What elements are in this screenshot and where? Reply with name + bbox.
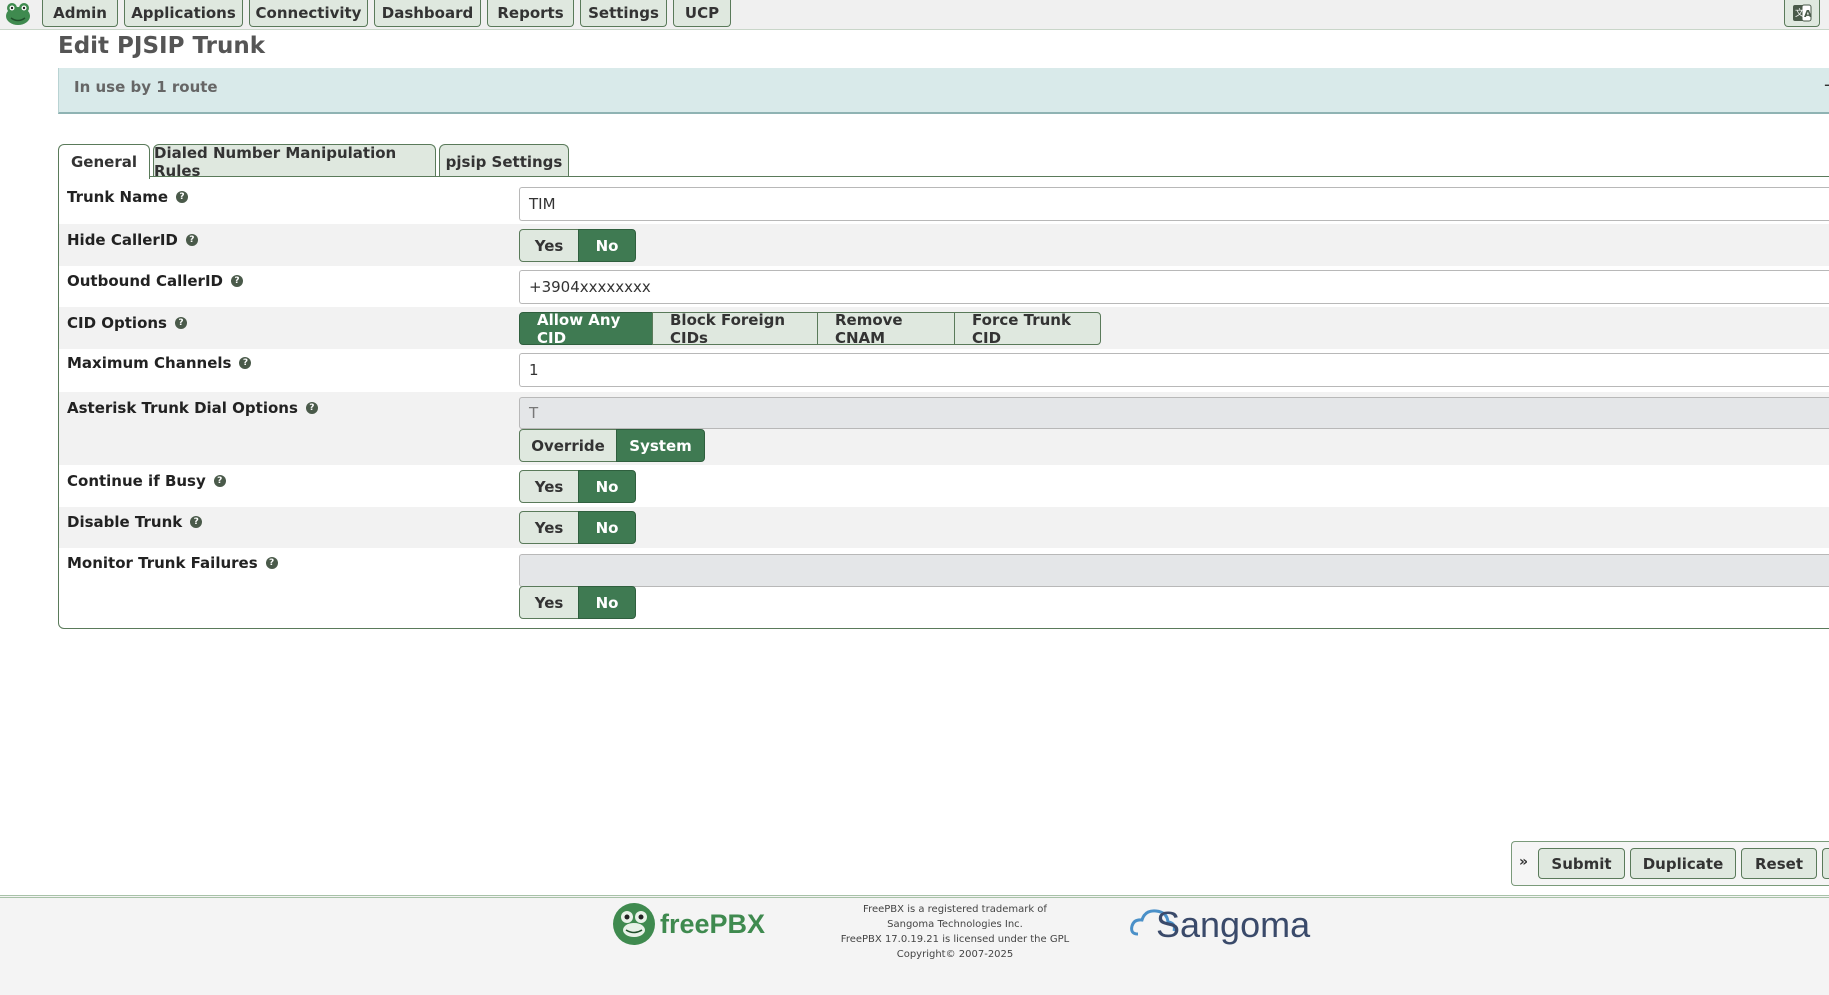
monitor-trunk-failures-input[interactable] xyxy=(519,554,1829,587)
nav-ucp[interactable]: UCP xyxy=(673,0,731,27)
language-icon[interactable]: 文 A xyxy=(1784,0,1820,27)
continue-if-busy-yes-button[interactable]: Yes xyxy=(519,470,579,503)
help-icon[interactable]: ? xyxy=(239,357,252,369)
freepbx-frog-icon xyxy=(613,903,655,945)
dial-options-system-button[interactable]: System xyxy=(616,429,705,462)
continue-if-busy-toggle: Yes No xyxy=(519,470,636,503)
continue-if-busy-label: Continue if Busy ? xyxy=(67,472,226,490)
page-title: Edit PJSIP Trunk xyxy=(58,33,266,59)
disable-trunk-no-button[interactable]: No xyxy=(578,511,636,544)
floating-action-bar: » Submit Duplicate Reset xyxy=(1511,841,1829,886)
help-icon[interactable]: ? xyxy=(174,317,187,329)
hide-callerid-row: Hide CallerID ? xyxy=(59,224,1829,266)
tab-pjsip-settings[interactable]: pjsip Settings xyxy=(439,144,569,178)
help-icon[interactable]: ? xyxy=(265,557,278,569)
nav-reports[interactable]: Reports xyxy=(487,0,574,27)
nav-connectivity[interactable]: Connectivity xyxy=(249,0,368,27)
dial-options-label: Asterisk Trunk Dial Options ? xyxy=(67,399,318,417)
disable-trunk-yes-button[interactable]: Yes xyxy=(519,511,579,544)
disable-trunk-label: Disable Trunk ? xyxy=(67,513,203,531)
freepbx-wordmark: freePBX xyxy=(660,908,766,939)
cid-force-trunk-button[interactable]: Force Trunk CID xyxy=(954,311,1101,347)
help-icon[interactable]: ? xyxy=(190,516,203,528)
continue-if-busy-no-button[interactable]: No xyxy=(578,470,636,503)
footer-legal-text: FreePBX is a registered trademark of San… xyxy=(840,904,1070,960)
sangoma-logo[interactable]: Sangoma xyxy=(1128,900,1310,950)
trunk-name-input[interactable]: TIM xyxy=(519,187,1829,221)
collapse-actions-icon[interactable]: » xyxy=(1519,854,1528,870)
svg-text:A: A xyxy=(1804,9,1812,20)
cid-block-foreign-button[interactable]: Block Foreign CIDs xyxy=(652,311,818,347)
hide-callerid-no-button[interactable]: No xyxy=(578,229,636,262)
continue-if-busy-row: Continue if Busy ? xyxy=(59,466,1829,507)
dial-options-override-button[interactable]: Override xyxy=(519,429,617,462)
monitor-failures-no-button[interactable]: No xyxy=(578,586,636,619)
cid-options-label: CID Options ? xyxy=(67,314,187,332)
duplicate-button[interactable]: Duplicate xyxy=(1630,848,1736,879)
usage-info-text: In use by 1 route xyxy=(74,78,218,96)
hide-callerid-yes-button[interactable]: Yes xyxy=(519,229,579,262)
help-icon[interactable]: ? xyxy=(213,475,226,487)
usage-info-banner: In use by 1 route - xyxy=(58,68,1829,114)
freepbx-frog-logo-icon[interactable] xyxy=(4,1,32,27)
maximum-channels-input[interactable]: 1 ▴▾ xyxy=(519,353,1829,387)
hide-callerid-toggle: Yes No xyxy=(519,229,636,262)
disable-trunk-row: Disable Trunk ? xyxy=(59,507,1829,548)
dial-options-input[interactable]: T xyxy=(519,397,1829,429)
freepbx-logo[interactable]: freePBX xyxy=(612,902,765,946)
maximum-channels-value: 1 xyxy=(529,361,539,379)
help-icon[interactable]: ? xyxy=(185,234,198,246)
cid-allow-any-button[interactable]: Allow Any CID xyxy=(519,311,653,347)
tab-general[interactable]: General xyxy=(58,144,150,179)
delete-button-partial[interactable] xyxy=(1822,848,1829,879)
top-navigation: Admin Applications Connectivity Dashboar… xyxy=(0,0,1829,30)
monitor-trunk-failures-label: Monitor Trunk Failures ? xyxy=(67,554,278,572)
sangoma-wordmark: Sangoma xyxy=(1156,904,1311,945)
help-icon[interactable]: ? xyxy=(305,402,318,414)
svg-text:文: 文 xyxy=(1795,7,1804,19)
outbound-callerid-label: Outbound CallerID ? xyxy=(67,272,243,290)
submit-button[interactable]: Submit xyxy=(1538,848,1625,879)
nav-settings[interactable]: Settings xyxy=(580,0,667,27)
banner-collapse-icon[interactable]: - xyxy=(1824,74,1829,95)
hide-callerid-label: Hide CallerID ? xyxy=(67,231,198,249)
cid-options-group: Allow Any CID Block Foreign CIDs Remove … xyxy=(519,311,1101,347)
monitor-trunk-failures-toggle: Yes No xyxy=(519,586,636,619)
reset-button[interactable]: Reset xyxy=(1741,848,1817,879)
monitor-failures-yes-button[interactable]: Yes xyxy=(519,586,579,619)
maximum-channels-label: Maximum Channels ? xyxy=(67,354,252,372)
page-footer: freePBX FreePBX is a registered trademar… xyxy=(0,895,1829,995)
help-icon[interactable]: ? xyxy=(176,191,189,203)
cid-remove-cnam-button[interactable]: Remove CNAM xyxy=(817,311,955,347)
help-icon[interactable]: ? xyxy=(230,275,243,287)
nav-dashboard[interactable]: Dashboard xyxy=(374,0,481,27)
disable-trunk-toggle: Yes No xyxy=(519,511,636,544)
outbound-callerid-input[interactable]: +3904xxxxxxxx xyxy=(519,270,1829,304)
nav-admin[interactable]: Admin xyxy=(42,0,118,27)
dial-options-mode-toggle: Override System xyxy=(519,429,705,462)
trunk-name-label: Trunk Name ? xyxy=(67,188,189,206)
nav-applications[interactable]: Applications xyxy=(124,0,243,27)
tab-dialed-number-manipulation-rules[interactable]: Dialed Number Manipulation Rules xyxy=(153,144,436,180)
